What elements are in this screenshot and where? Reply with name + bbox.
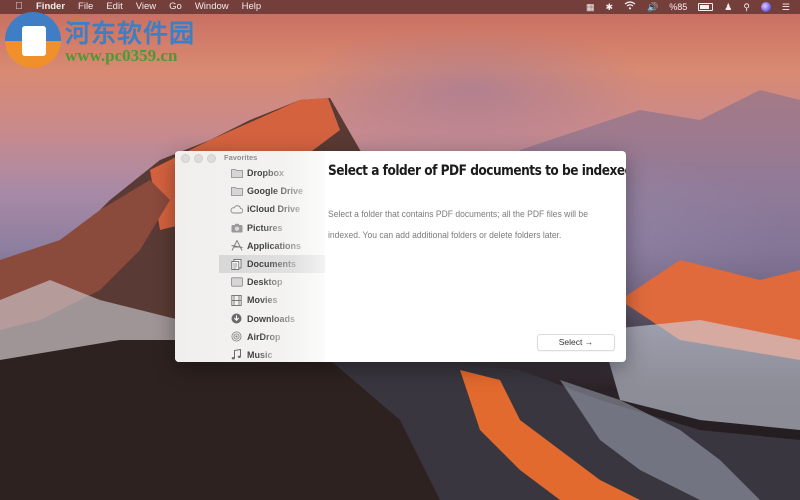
sidebar-item-label: Pictures [247, 222, 283, 233]
select-button[interactable]: Select → [537, 334, 615, 351]
window-controls [181, 154, 216, 163]
dialog-title: Select a folder of PDF documents to be i… [328, 163, 626, 179]
watermark-logo-icon [5, 12, 61, 68]
watermark: 河东软件园 www.pc0359.cn [5, 12, 215, 68]
sidebar-item-pictures[interactable]: Pictures [219, 219, 325, 237]
documents-icon [230, 258, 243, 270]
sidebar-item-label: Downloads [247, 313, 296, 324]
cloud-icon [230, 204, 243, 215]
sidebar-item-label: Music [247, 349, 273, 360]
camera-icon [230, 222, 243, 233]
sidebar-item-label: Dropbox [247, 168, 284, 179]
sidebar-header-favorites: Favorites [224, 153, 258, 162]
sidebar-item-label: Applications [247, 240, 302, 251]
status-menu-area: ▦ ✱ 🔊 %85 ♟ ⚲ ☰ [586, 0, 790, 14]
watermark-url: www.pc0359.cn [65, 46, 178, 65]
sidebar-item-label: AirDrop [247, 331, 281, 342]
sidebar-item-movies[interactable]: Movies [219, 291, 325, 309]
folder-icon [230, 186, 243, 197]
sidebar-item-applications[interactable]: Applications [219, 237, 325, 255]
dialog-description: Select a folder that contains PDF docume… [328, 209, 588, 241]
sidebar-item-music[interactable]: Music [219, 346, 325, 362]
bluetooth-icon[interactable]: ✱ [605, 0, 613, 14]
siri-icon[interactable] [760, 2, 771, 12]
wifi-icon[interactable] [624, 0, 636, 14]
sidebar-item-icloud-drive[interactable]: iCloud Drive [219, 200, 325, 218]
minimize-button[interactable] [194, 154, 203, 163]
film-icon [230, 294, 243, 306]
folder-icon [230, 168, 243, 179]
airdrop-icon [230, 331, 243, 342]
sidebar-item-label: iCloud Drive [247, 204, 301, 215]
sidebar-item-airdrop[interactable]: AirDrop [219, 328, 325, 346]
index-folder-dialog: Favorites Dropbox Google Drive iCloud Dr… [175, 151, 626, 362]
notification-center-icon[interactable]: ☰ [782, 0, 790, 14]
battery-percent: %85 [669, 2, 688, 12]
sidebar-item-dropbox[interactable]: Dropbox [219, 164, 325, 182]
sidebar-item-label: Desktop [247, 277, 283, 288]
close-button[interactable] [181, 154, 190, 163]
user-icon[interactable]: ♟ [724, 0, 732, 14]
music-note-icon [230, 349, 243, 360]
download-icon [230, 313, 243, 324]
sidebar-item-label: Documents [247, 259, 297, 270]
sidebar-item-google-drive[interactable]: Google Drive [219, 182, 325, 200]
volume-icon[interactable]: 🔊 [647, 0, 658, 14]
sidebar: Favorites Dropbox Google Drive iCloud Dr… [175, 151, 325, 362]
sidebar-list: Dropbox Google Drive iCloud Drive Pictur… [219, 164, 325, 362]
sidebar-item-label: Movies [247, 295, 278, 306]
dialog-content: Select a folder of PDF documents to be i… [328, 151, 626, 362]
menu-help[interactable]: Help [242, 0, 262, 14]
spotlight-search-icon[interactable]: ⚲ [743, 0, 750, 14]
applications-icon [230, 240, 243, 252]
script-icon[interactable]: ▦ [586, 0, 595, 14]
sidebar-item-documents[interactable]: Documents [219, 254, 325, 274]
watermark-title: 河东软件园 [65, 19, 196, 48]
zoom-button[interactable] [207, 154, 216, 163]
sidebar-item-desktop[interactable]: Desktop [219, 273, 325, 291]
desktop-icon [230, 277, 243, 288]
sidebar-item-downloads[interactable]: Downloads [219, 310, 325, 328]
sidebar-item-label: Google Drive [247, 186, 304, 197]
battery-icon[interactable] [698, 3, 714, 11]
